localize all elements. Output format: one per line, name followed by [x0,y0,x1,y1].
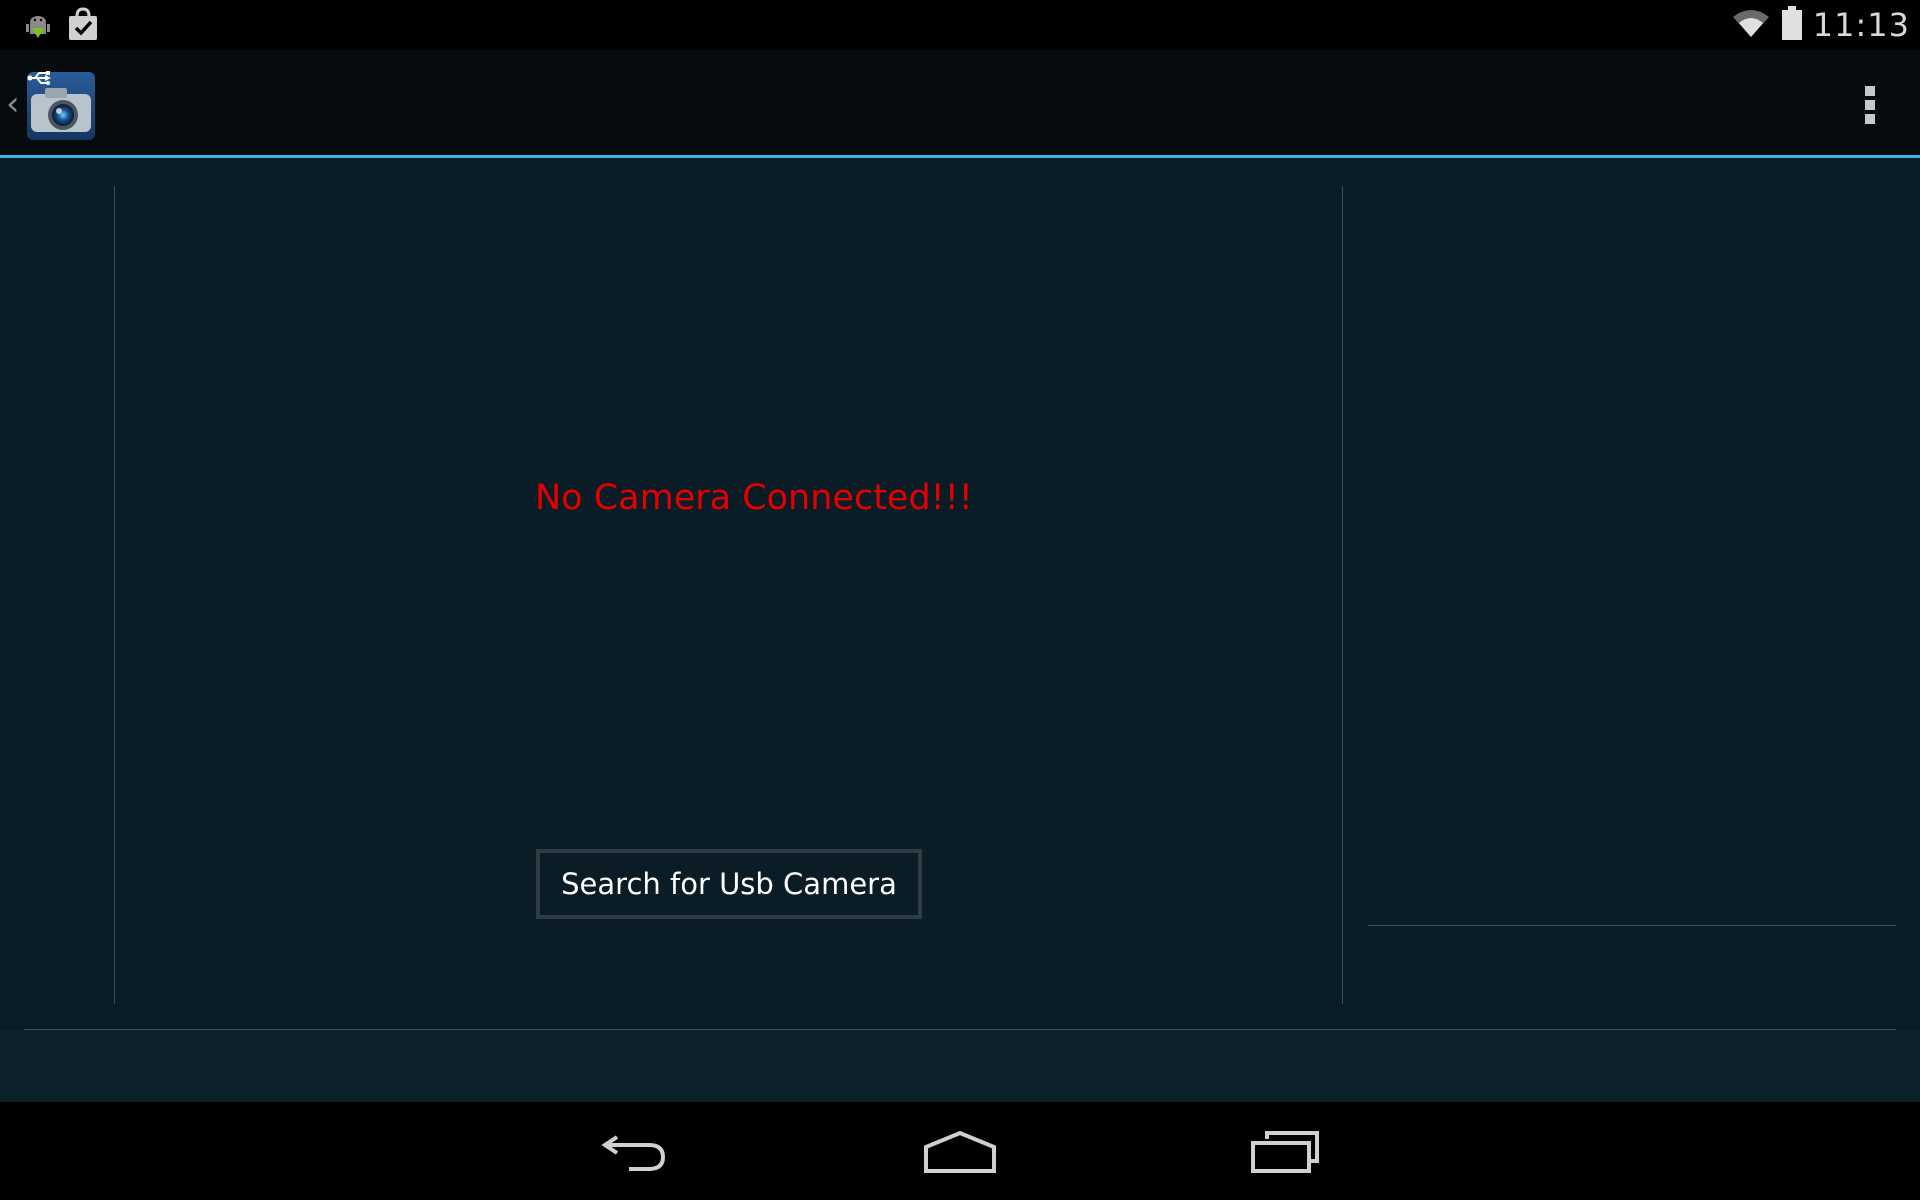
left-divider [114,186,115,1004]
right-panel-divider [1342,186,1343,1004]
android-debug-icon [24,12,52,45]
overflow-dot [1865,86,1875,96]
wifi-icon [1731,7,1771,44]
no-camera-message: No Camera Connected!!! [535,478,973,518]
status-right-group: 11:13 [1731,0,1910,50]
bottom-strip [0,1030,1920,1102]
shopping-bag-check-icon [66,7,100,46]
overflow-dot [1865,100,1875,110]
recent-apps-icon[interactable] [1230,1122,1340,1182]
overflow-dot [1865,114,1875,124]
back-icon[interactable] [580,1122,690,1182]
screen: 11:13 ‹ No Camera Connected!!! Search fo… [0,0,1920,1200]
action-bar: ‹ [0,50,1920,158]
main-content: No Camera Connected!!! Search for Usb Ca… [0,158,1920,1102]
battery-icon [1781,5,1803,45]
home-icon[interactable] [905,1122,1015,1182]
usb-camera-app-icon[interactable] [25,70,97,142]
up-caret-icon[interactable]: ‹ [6,84,20,124]
overflow-menu-icon[interactable] [1850,80,1890,130]
status-clock: 11:13 [1812,6,1910,44]
status-bar: 11:13 [0,0,1920,50]
right-panel-separator [1368,925,1896,926]
search-usb-camera-button[interactable]: Search for Usb Camera [536,849,922,919]
navigation-bar [0,1102,1920,1200]
